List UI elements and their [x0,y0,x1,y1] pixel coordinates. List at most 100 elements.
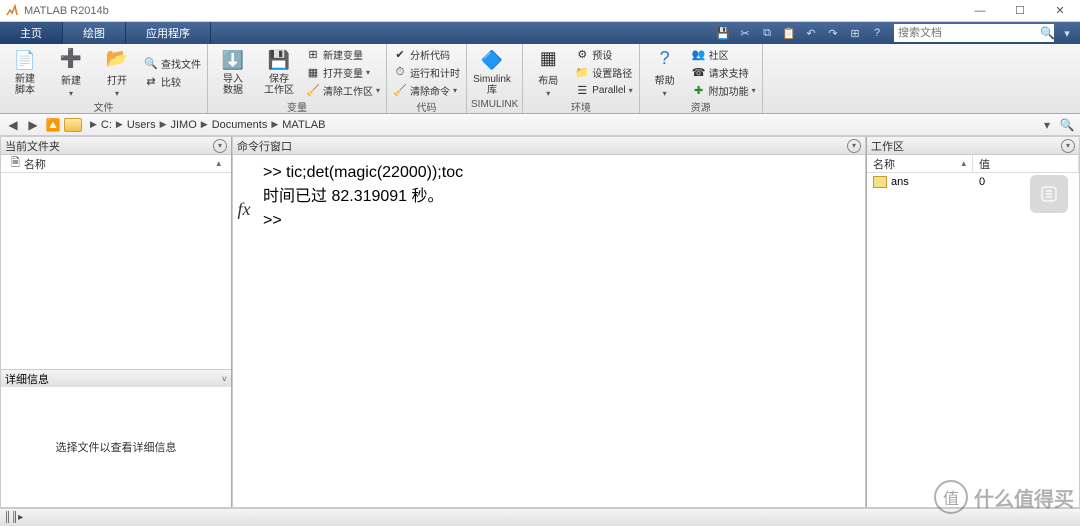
command-prompt[interactable]: >> [263,212,282,229]
new-plus-icon: ➕ [59,46,83,70]
browse-for-folder-button[interactable] [64,116,82,134]
workspace-col-value[interactable]: 值 [973,155,1079,172]
paste-icon[interactable]: 📋 [780,24,798,42]
ribbon-group-env-label: 环境 [527,99,634,113]
nav-back-button[interactable]: ◀ [4,116,22,134]
layout-button[interactable]: ▦ 布局 [527,46,569,98]
fx-icon[interactable]: fx [238,199,251,220]
toolstrip-ribbon: 📄 新建 脚本 ➕ 新建 📂 打开 🔍查找文件 ⇄比较 文件 ⬇️ 导入 数据 [0,44,1080,114]
import-label: 导入 数据 [223,74,243,96]
workspace-header[interactable]: 工作区 ▾ [867,137,1079,155]
tab-apps[interactable]: 应用程序 [126,22,211,44]
save-ws-label: 保存 工作区 [264,74,294,96]
import-icon: ⬇️ [221,48,245,72]
details-title: 详细信息 [5,371,49,387]
search-folder-icon[interactable]: 🔍 [1058,116,1076,134]
command-gutter: fx [233,155,255,507]
variable-icon [873,176,887,188]
run-and-time-button[interactable]: ⏱运行和计时 [391,65,462,81]
simulink-lib-button[interactable]: 🔷 Simulink 库 [471,46,513,98]
breadcrumb-item[interactable]: Documents [210,119,270,131]
find-files-button[interactable]: 🔍查找文件 [142,56,203,72]
pane-actions-icon[interactable]: ▾ [1061,139,1075,153]
search-doc-input[interactable] [898,27,1040,39]
preferences-button[interactable]: ⚙预设 [573,47,634,63]
nav-forward-button[interactable]: ▶ [24,116,42,134]
statusbar: ║║▸ [0,508,1080,526]
addons-button[interactable]: ✚附加功能 [690,83,758,99]
floating-back-button[interactable] [1030,175,1068,213]
command-window-header[interactable]: 命令行窗口 ▾ [233,137,865,155]
help-button[interactable]: ? 帮助 [644,46,686,98]
save-icon[interactable]: 💾 [714,24,732,42]
undo-icon[interactable]: ↶ [802,24,820,42]
import-data-button[interactable]: ⬇️ 导入 数据 [212,46,254,98]
parallel-button[interactable]: ☰Parallel [573,83,634,99]
new-var-button[interactable]: ⊞新建变量 [304,47,382,63]
redo-icon[interactable]: ↷ [824,24,842,42]
folder-open-icon: 📂 [105,46,129,70]
nav-up-button[interactable]: 🔼 [44,116,62,134]
new-label: 新建 [61,72,81,87]
details-header[interactable]: 详细信息 ˅ [1,369,231,387]
ribbon-group-variable: ⬇️ 导入 数据 💾 保存 工作区 ⊞新建变量 ▦打开变量 🧹清除工作区 变量 [208,44,387,113]
command-output: 时间已过 82.319091 秒。 [263,185,857,209]
request-support-button[interactable]: ☎请求支持 [690,65,758,81]
dropdown-icon[interactable]: ▾ [1058,24,1076,42]
compare-button[interactable]: ⇄比较 [142,74,203,90]
status-ready-icon: ║║▸ [4,512,23,523]
breadcrumb-item[interactable]: C: [99,119,114,131]
path-icon: 📁 [575,66,589,80]
workspace-col-name[interactable]: 名称▴ [867,155,973,172]
maximize-button[interactable]: ☐ [1000,0,1040,22]
breadcrumb-item[interactable]: MATLAB [280,119,327,131]
clear-commands-button[interactable]: 🧹清除命令 [391,83,462,99]
layout-label: 布局 [538,72,558,87]
current-folder-title: 当前文件夹 [5,138,60,154]
open-var-button[interactable]: ▦打开变量 [304,65,382,81]
current-folder-header[interactable]: 当前文件夹 ▾ [1,137,231,155]
main-area: 当前文件夹 ▾ 🗎 名称 ▴ 详细信息 ˅ 选择文件以查看详细信息 命令行窗口 … [0,136,1080,508]
new-button[interactable]: ➕ 新建 [50,46,92,98]
new-script-button[interactable]: 📄 新建 脚本 [4,46,46,98]
copy-icon[interactable]: ⧉ [758,24,776,42]
command-lines[interactable]: >> tic;det(magic(22000));toc 时间已过 82.319… [255,155,865,507]
ribbon-group-res-label: 资源 [644,99,758,113]
pane-actions-icon[interactable]: ▾ [847,139,861,153]
close-button[interactable]: ✕ [1040,0,1080,22]
pane-actions-icon[interactable]: ▾ [213,139,227,153]
ribbon-group-code-label: 代码 [391,99,462,113]
help-qat-icon[interactable]: ? [868,24,886,42]
save-workspace-button[interactable]: 💾 保存 工作区 [258,46,300,98]
sort-asc-icon[interactable]: ▴ [216,158,221,169]
new-script-label: 新建 脚本 [15,74,35,96]
path-dropdown-button[interactable]: ▾ [1038,116,1056,134]
current-folder-list[interactable] [1,173,231,369]
simulink-label: Simulink 库 [473,74,511,96]
cut-icon[interactable]: ✂ [736,24,754,42]
analyze-code-button[interactable]: ✔分析代码 [391,47,462,63]
community-button[interactable]: 👥社区 [690,47,758,63]
current-folder-path[interactable]: ▶ C:▶ Users▶ JIMO▶ Documents▶ MATLAB [84,119,1036,131]
search-doc-icon[interactable]: 🔍 [1040,26,1055,40]
tab-plots[interactable]: 绘图 [63,22,126,44]
minimize-button[interactable]: — [960,0,1000,22]
details-message: 选择文件以查看详细信息 [56,439,177,455]
tab-home[interactable]: 主页 [0,22,63,44]
matlab-logo-icon [4,3,20,19]
ribbon-group-code: ✔分析代码 ⏱运行和计时 🧹清除命令 代码 [387,44,467,113]
breadcrumb-item[interactable]: Users [125,119,158,131]
workspace-var-name[interactable]: ans [867,173,973,191]
set-path-button[interactable]: 📁设置路径 [573,65,634,81]
open-label: 打开 [107,72,127,87]
ribbon-group-simulink-label: SIMULINK [471,99,518,113]
switch-windows-icon[interactable]: ⊞ [846,24,864,42]
clear-ws-button[interactable]: 🧹清除工作区 [304,83,382,99]
compare-icon: ⇄ [144,75,158,89]
open-button[interactable]: 📂 打开 [96,46,138,98]
search-doc-box[interactable]: 🔍 [894,24,1054,42]
current-folder-col-name[interactable]: 🗎 名称 ▴ [1,155,231,173]
collapse-details-icon[interactable]: ˅ [222,374,227,384]
command-window-body[interactable]: fx >> tic;det(magic(22000));toc 时间已过 82.… [233,155,865,507]
breadcrumb-item[interactable]: JIMO [169,119,199,131]
